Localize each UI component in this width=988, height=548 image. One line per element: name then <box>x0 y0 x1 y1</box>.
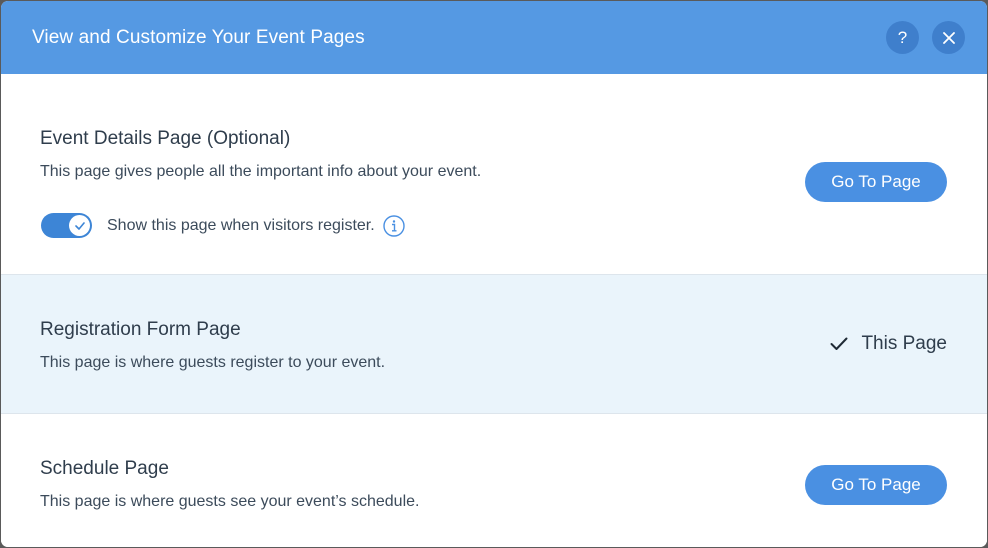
dialog-title: View and Customize Your Event Pages <box>32 26 365 48</box>
current-page-indicator: This Page <box>830 333 947 355</box>
toggle-label: Show this page when visitors register. <box>107 216 375 234</box>
help-button[interactable]: ? <box>886 21 919 54</box>
show-page-toggle[interactable] <box>41 213 92 238</box>
section-event-details: Event Details Page (Optional) This page … <box>1 74 987 275</box>
checkmark-icon <box>74 221 85 230</box>
section-title: Event Details Page (Optional) <box>40 128 291 149</box>
show-page-toggle-row: Show this page when visitors register. <box>41 213 405 238</box>
checkmark-icon <box>830 337 848 351</box>
go-to-page-button-schedule[interactable]: Go To Page <box>805 465 947 505</box>
dialog-header: View and Customize Your Event Pages ? <box>1 1 987 74</box>
toggle-knob <box>69 215 90 236</box>
info-icon[interactable] <box>382 214 405 237</box>
question-mark-icon: ? <box>897 27 908 47</box>
section-title: Schedule Page <box>40 458 169 479</box>
section-schedule: Schedule Page This page is where guests … <box>1 414 987 547</box>
section-registration-form: Registration Form Page This page is wher… <box>1 275 987 414</box>
section-title: Registration Form Page <box>40 319 241 340</box>
event-pages-dialog: View and Customize Your Event Pages ? Ev… <box>1 1 987 547</box>
section-description: This page gives people all the important… <box>40 163 482 180</box>
close-button[interactable] <box>932 21 965 54</box>
go-to-page-button-event-details[interactable]: Go To Page <box>805 162 947 202</box>
current-page-label: This Page <box>861 333 947 354</box>
section-description: This page is where guests see your event… <box>40 493 420 510</box>
section-description: This page is where guests register to yo… <box>40 354 386 371</box>
close-icon <box>942 31 955 44</box>
